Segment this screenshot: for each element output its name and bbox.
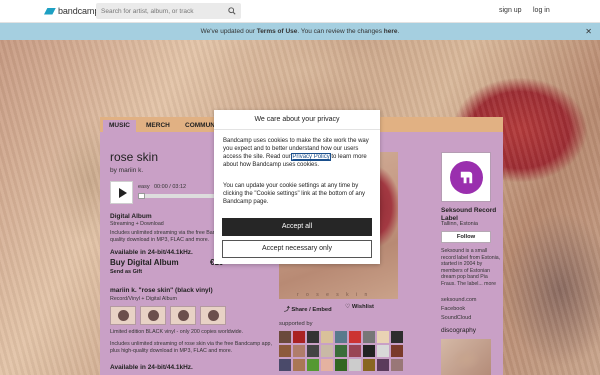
search-input[interactable] bbox=[101, 6, 219, 16]
changes-here-link[interactable]: here bbox=[384, 28, 398, 35]
notice-prefix: We've updated our bbox=[200, 28, 257, 35]
bandcamp-logo-icon bbox=[44, 7, 56, 15]
search-icon[interactable] bbox=[228, 7, 236, 15]
terms-link[interactable]: Terms of Use bbox=[257, 28, 298, 35]
notice-suffix: . bbox=[397, 28, 400, 35]
search-box bbox=[96, 3, 241, 19]
accept-all-button[interactable]: Accept all bbox=[222, 218, 372, 236]
accept-necessary-button[interactable]: Accept necessary only bbox=[222, 240, 372, 258]
logo-text: bandcamp bbox=[58, 6, 100, 16]
bandcamp-logo[interactable]: bandcamp bbox=[44, 6, 99, 16]
close-icon[interactable]: ✕ bbox=[585, 27, 592, 36]
signup-link[interactable]: sign up bbox=[499, 7, 522, 14]
cookie-consent-dialog: We care about your privacy Bandcamp uses… bbox=[214, 110, 380, 264]
dialog-title: We care about your privacy bbox=[214, 110, 380, 130]
notice-middle: . You can review the changes bbox=[297, 28, 384, 35]
dialog-text-settings: You can update your cookie settings at a… bbox=[223, 183, 365, 205]
dialog-text-cookies: Bandcamp uses cookies to make the site w… bbox=[223, 137, 373, 169]
top-bar: bandcamp sign up log in bbox=[0, 0, 600, 23]
notice-text: We've updated our Terms of Use. You can … bbox=[0, 28, 600, 35]
login-link[interactable]: log in bbox=[533, 7, 550, 14]
privacy-policy-link[interactable]: Privacy Policy bbox=[291, 153, 331, 161]
terms-notice-bar: We've updated our Terms of Use. You can … bbox=[0, 23, 600, 40]
